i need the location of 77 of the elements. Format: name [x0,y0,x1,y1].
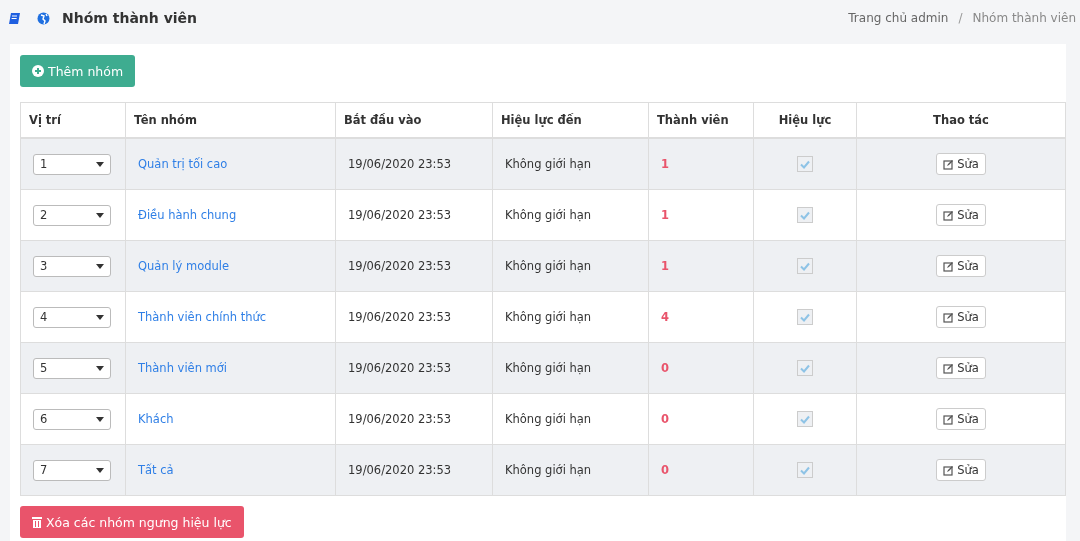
edit-button[interactable]: Sửa [936,204,986,226]
edit-button[interactable]: Sửa [936,153,986,175]
position-select[interactable]: 7 [33,459,111,481]
position-select[interactable]: 2 [33,204,111,226]
group-name-link[interactable]: Thành viên mới [138,361,228,375]
active-checkbox[interactable] [797,207,813,223]
edit-icon [943,464,955,476]
valid-until: Không giới hạn [505,259,592,273]
caret-icon [96,416,104,422]
group-name-link[interactable]: Tất cả [138,463,174,477]
caret-icon [96,263,104,269]
column-header: Hiệu lực đến [501,113,582,127]
page-title: Nhóm thành viên [62,10,198,26]
plus-circle-icon [32,65,44,77]
caret-icon [96,365,104,371]
member-count: 1 [661,259,669,273]
member-count: 1 [661,208,669,222]
position-select[interactable]: 3 [33,255,111,277]
start-time: 19/06/2020 23:53 [348,259,452,273]
edit-button[interactable]: Sửa [936,255,986,277]
member-count: 4 [661,310,669,324]
active-checkbox[interactable] [797,411,813,427]
valid-until: Không giới hạn [505,463,592,477]
active-checkbox[interactable] [797,360,813,376]
edit-icon [943,158,955,170]
valid-until: Không giới hạn [505,157,592,171]
active-checkbox[interactable] [797,258,813,274]
breadcrumb-link[interactable]: Trang chủ admin [848,11,949,25]
column-header: Thao tác [933,113,989,127]
member-count: 1 [661,157,669,171]
caret-icon [96,212,104,218]
edit-button[interactable]: Sửa [936,357,986,379]
caret-icon [96,467,104,473]
member-count: 0 [661,361,669,375]
active-checkbox[interactable] [797,309,813,325]
start-time: 19/06/2020 23:53 [348,208,452,222]
position-select[interactable]: 6 [33,408,111,430]
column-header: Bắt đầu vào [344,113,422,127]
edit-icon [943,362,955,374]
group-name-link[interactable]: Khách [138,412,174,426]
active-checkbox[interactable] [797,462,813,478]
valid-until: Không giới hạn [505,208,592,222]
caret-icon [96,161,104,167]
book-icon [8,11,21,25]
start-time: 19/06/2020 23:53 [348,361,452,375]
start-time: 19/06/2020 23:53 [348,157,452,171]
start-time: 19/06/2020 23:53 [348,463,452,477]
group-name-link[interactable]: Quản trị tối cao [138,157,228,171]
trash-icon [32,516,42,528]
start-time: 19/06/2020 23:53 [348,412,452,426]
column-header: Hiệu lực [778,113,832,127]
edit-button[interactable]: Sửa [936,408,986,430]
edit-button[interactable]: Sửa [936,459,986,481]
member-count: 0 [661,412,669,426]
edit-icon [943,209,955,221]
position-select[interactable]: 5 [33,357,111,379]
active-checkbox[interactable] [797,156,813,172]
breadcrumb-separator: / [958,11,963,25]
valid-until: Không giới hạn [505,310,592,324]
edit-button[interactable]: Sửa [936,306,986,328]
column-header: Tên nhóm [134,113,197,127]
valid-until: Không giới hạn [505,361,592,375]
start-time: 19/06/2020 23:53 [348,310,452,324]
edit-icon [943,413,955,425]
group-name-link[interactable]: Thành viên chính thức [138,310,267,324]
group-name-link[interactable]: Điều hành chung [138,208,237,222]
caret-icon [96,314,104,320]
globe-icon [37,11,50,25]
valid-until: Không giới hạn [505,412,592,426]
edit-icon [943,260,955,272]
column-header: Thành viên [657,113,729,127]
member-count: 0 [661,463,669,477]
position-select[interactable]: 1 [33,153,111,175]
edit-icon [943,311,955,323]
position-select[interactable]: 4 [33,306,111,328]
group-name-link[interactable]: Quản lý module [138,259,230,273]
column-header: Vị trí [29,113,61,127]
